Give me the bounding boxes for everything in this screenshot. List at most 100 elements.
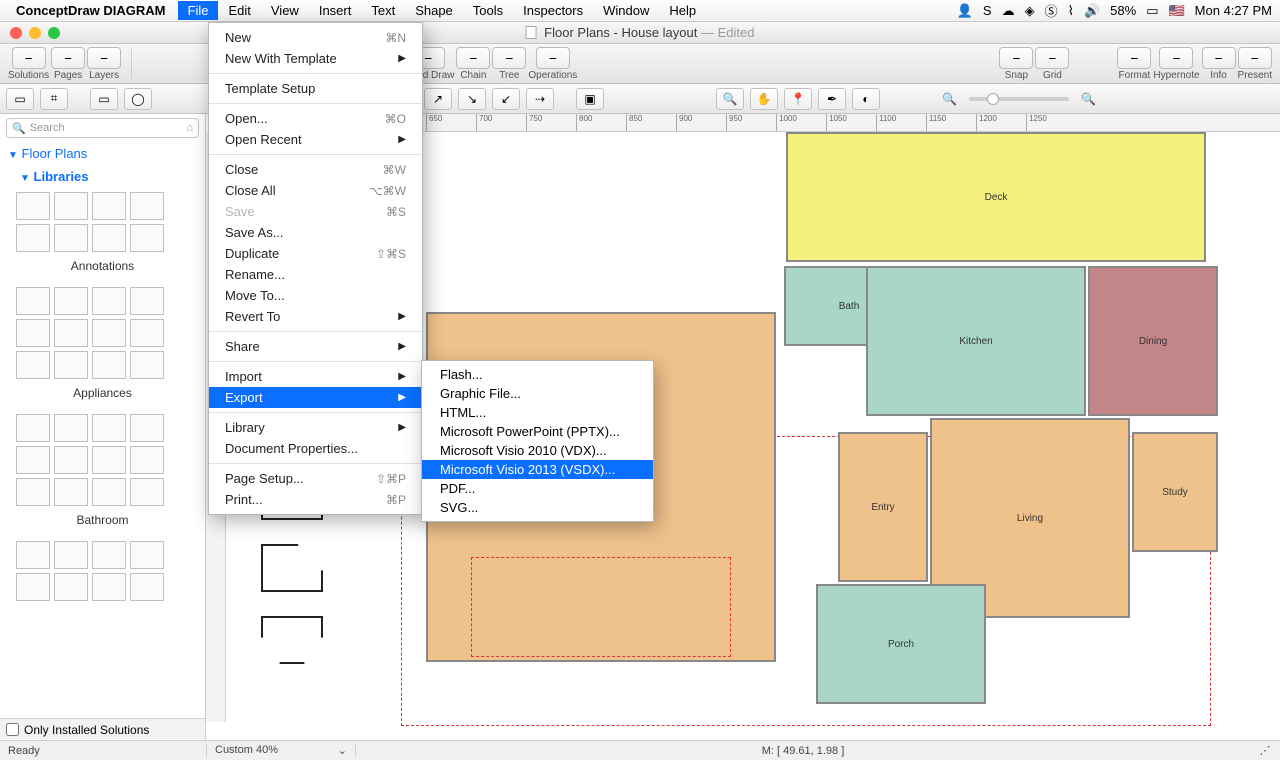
export-flash-[interactable]: Flash... — [422, 365, 653, 384]
toolbar-present[interactable]: ⎯Present — [1238, 47, 1272, 81]
library-item[interactable] — [16, 287, 50, 315]
connector-3[interactable]: ↙ — [492, 88, 520, 110]
room-porch[interactable]: Porch — [816, 584, 986, 704]
container-tool[interactable]: ▣ — [576, 88, 604, 110]
export-microsoft-visio-2013-vsdx-[interactable]: Microsoft Visio 2013 (VSDX)... — [422, 460, 653, 479]
toolbar-format[interactable]: ⎯Format — [1117, 47, 1151, 81]
room-study[interactable]: Study — [1132, 432, 1218, 552]
library-item[interactable] — [54, 446, 88, 474]
pointer-tool[interactable]: ▭ — [6, 88, 34, 110]
library-item[interactable] — [54, 478, 88, 506]
user-icon[interactable]: 👤 — [957, 3, 973, 19]
zoom-tool[interactable]: 🔍 — [716, 88, 744, 110]
room-dining[interactable]: Dining — [1088, 266, 1218, 416]
room-kitchen[interactable]: Kitchen — [866, 266, 1086, 416]
library-item[interactable] — [16, 573, 50, 601]
export-svg-[interactable]: SVG... — [422, 498, 653, 517]
menu-inspectors[interactable]: Inspectors — [513, 1, 593, 20]
menu-view[interactable]: View — [261, 1, 309, 20]
volume-icon[interactable]: 🔊 — [1084, 3, 1100, 19]
library-item[interactable] — [54, 287, 88, 315]
zoom-out-icon[interactable]: 🔍 — [942, 92, 957, 106]
minimize-button[interactable] — [29, 27, 41, 39]
ellipse-tool[interactable]: ◯ — [124, 88, 152, 110]
library-item[interactable] — [92, 446, 126, 474]
library-item[interactable] — [16, 351, 50, 379]
library-item[interactable] — [54, 573, 88, 601]
menu-shape[interactable]: Shape — [405, 1, 463, 20]
library-item[interactable] — [130, 319, 164, 347]
menuitem-library[interactable]: Library▶ — [209, 417, 422, 438]
zoom-display[interactable]: Custom 40%⌄ — [206, 744, 356, 757]
menuitem-new-with-template[interactable]: New With Template▶ — [209, 48, 422, 69]
library-item[interactable] — [92, 573, 126, 601]
library-item[interactable] — [16, 541, 50, 569]
library-item[interactable] — [16, 192, 50, 220]
connector-2[interactable]: ↘ — [458, 88, 486, 110]
select-tool[interactable]: ⌗ — [40, 88, 68, 110]
zoom-slider[interactable] — [969, 97, 1069, 101]
library-item[interactable] — [92, 478, 126, 506]
menuitem-duplicate[interactable]: Duplicate⇧⌘S — [209, 243, 422, 264]
library-item[interactable] — [54, 319, 88, 347]
library-item[interactable] — [92, 351, 126, 379]
library-item[interactable] — [54, 351, 88, 379]
menuitem-move-to-[interactable]: Move To... — [209, 285, 422, 306]
menuitem-close-all[interactable]: Close All⌥⌘W — [209, 180, 422, 201]
menuitem-new[interactable]: New⌘N — [209, 27, 422, 48]
library-item[interactable] — [130, 224, 164, 252]
zoom-button[interactable] — [48, 27, 60, 39]
menu-window[interactable]: Window — [593, 1, 659, 20]
dropbox-icon[interactable]: ◈ — [1025, 3, 1035, 19]
menu-text[interactable]: Text — [361, 1, 405, 20]
tree-libraries[interactable]: ▼ Libraries — [0, 165, 205, 188]
connector-1[interactable]: ↗ — [424, 88, 452, 110]
flag-icon[interactable]: 🇺🇸 — [1168, 3, 1184, 19]
battery-icon[interactable]: ▭ — [1146, 3, 1158, 19]
close-button[interactable] — [10, 27, 22, 39]
resize-grip[interactable]: ⋰ — [1250, 744, 1280, 757]
menuitem-export[interactable]: Export▶ — [209, 387, 422, 408]
menu-tools[interactable]: Tools — [463, 1, 513, 20]
only-installed-checkbox[interactable]: Only Installed Solutions — [0, 718, 205, 740]
library-item[interactable] — [92, 287, 126, 315]
library-item[interactable] — [130, 414, 164, 442]
home-icon[interactable]: ⌂ — [186, 122, 193, 134]
menuitem-save-as-[interactable]: Save As... — [209, 222, 422, 243]
menuitem-print-[interactable]: Print...⌘P — [209, 489, 422, 510]
shape-l[interactable] — [261, 544, 323, 592]
library-item[interactable] — [54, 192, 88, 220]
menuitem-revert-to[interactable]: Revert To▶ — [209, 306, 422, 327]
library-item[interactable] — [130, 192, 164, 220]
menuitem-import[interactable]: Import▶ — [209, 366, 422, 387]
menu-insert[interactable]: Insert — [309, 1, 362, 20]
library-item[interactable] — [16, 319, 50, 347]
library-item[interactable] — [130, 541, 164, 569]
library-item[interactable] — [130, 573, 164, 601]
eyedropper-tool[interactable]: ✒ — [818, 88, 846, 110]
menuitem-rename-[interactable]: Rename... — [209, 264, 422, 285]
rect-tool[interactable]: ▭ — [90, 88, 118, 110]
library-item[interactable] — [16, 224, 50, 252]
s-icon[interactable]: S — [983, 3, 992, 18]
library-item[interactable] — [92, 541, 126, 569]
skype-icon[interactable]: Ⓢ — [1045, 1, 1058, 20]
room-entry[interactable]: Entry — [838, 432, 928, 582]
eraser-tool[interactable]: ◐ — [852, 88, 880, 110]
menuitem-open-[interactable]: Open...⌘O — [209, 108, 422, 129]
toolbar-info[interactable]: ⎯Info — [1202, 47, 1236, 81]
toolbar-snap[interactable]: ⎯Snap — [999, 47, 1033, 81]
library-item[interactable] — [92, 319, 126, 347]
library-item[interactable] — [16, 414, 50, 442]
library-item[interactable] — [54, 541, 88, 569]
pin-tool[interactable]: 📍 — [784, 88, 812, 110]
menuitem-document-properties-[interactable]: Document Properties... — [209, 438, 422, 459]
toolbar-chain[interactable]: ⎯Chain — [456, 47, 490, 81]
room-deck[interactable]: Deck — [786, 132, 1206, 262]
library-item[interactable] — [16, 478, 50, 506]
clock[interactable]: Mon 4:27 PM — [1195, 3, 1272, 18]
export-microsoft-powerpoint-pptx-[interactable]: Microsoft PowerPoint (PPTX)... — [422, 422, 653, 441]
library-item[interactable] — [54, 224, 88, 252]
library-item[interactable] — [54, 414, 88, 442]
shape-t[interactable] — [261, 616, 323, 664]
